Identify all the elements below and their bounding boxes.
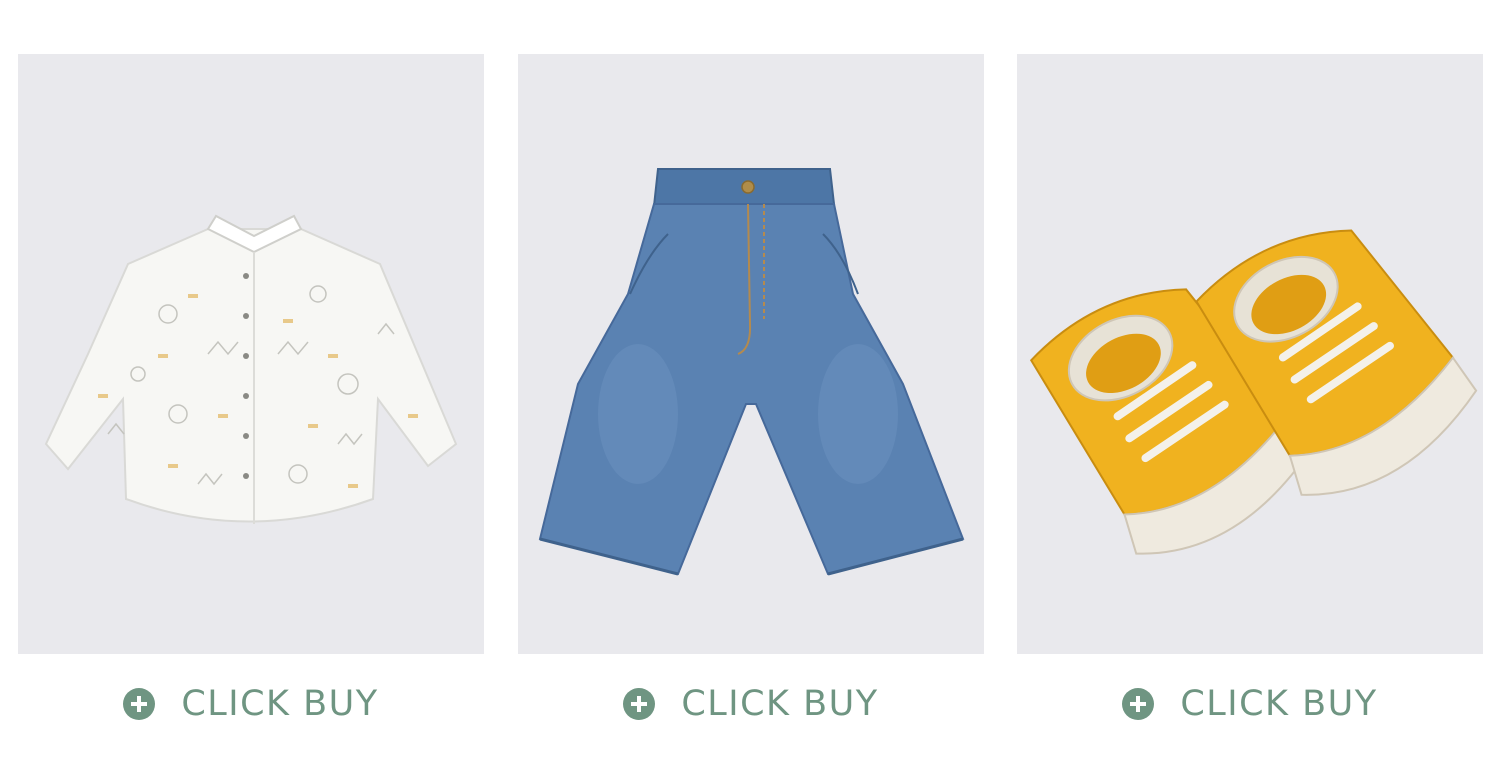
product-image-sneakers[interactable] [1017,54,1483,654]
click-buy-label: CLICK BUY [1180,683,1378,724]
plus-circle-icon [123,688,156,720]
product-image-jeans[interactable] [518,54,984,654]
plus-circle-icon [1122,688,1155,720]
jeans-image [538,168,965,576]
click-buy-button-shirt[interactable]: CLICK BUY [18,680,484,728]
shirt-image [44,214,458,524]
product-image-shirt[interactable] [18,54,484,654]
click-buy-button-jeans[interactable]: CLICK BUY [518,680,984,728]
click-buy-label: CLICK BUY [181,683,379,724]
click-buy-button-sneakers[interactable]: CLICK BUY [1017,680,1483,728]
sneakers-image [1029,229,1478,555]
plus-circle-icon [623,688,656,720]
click-buy-label: CLICK BUY [681,683,879,724]
